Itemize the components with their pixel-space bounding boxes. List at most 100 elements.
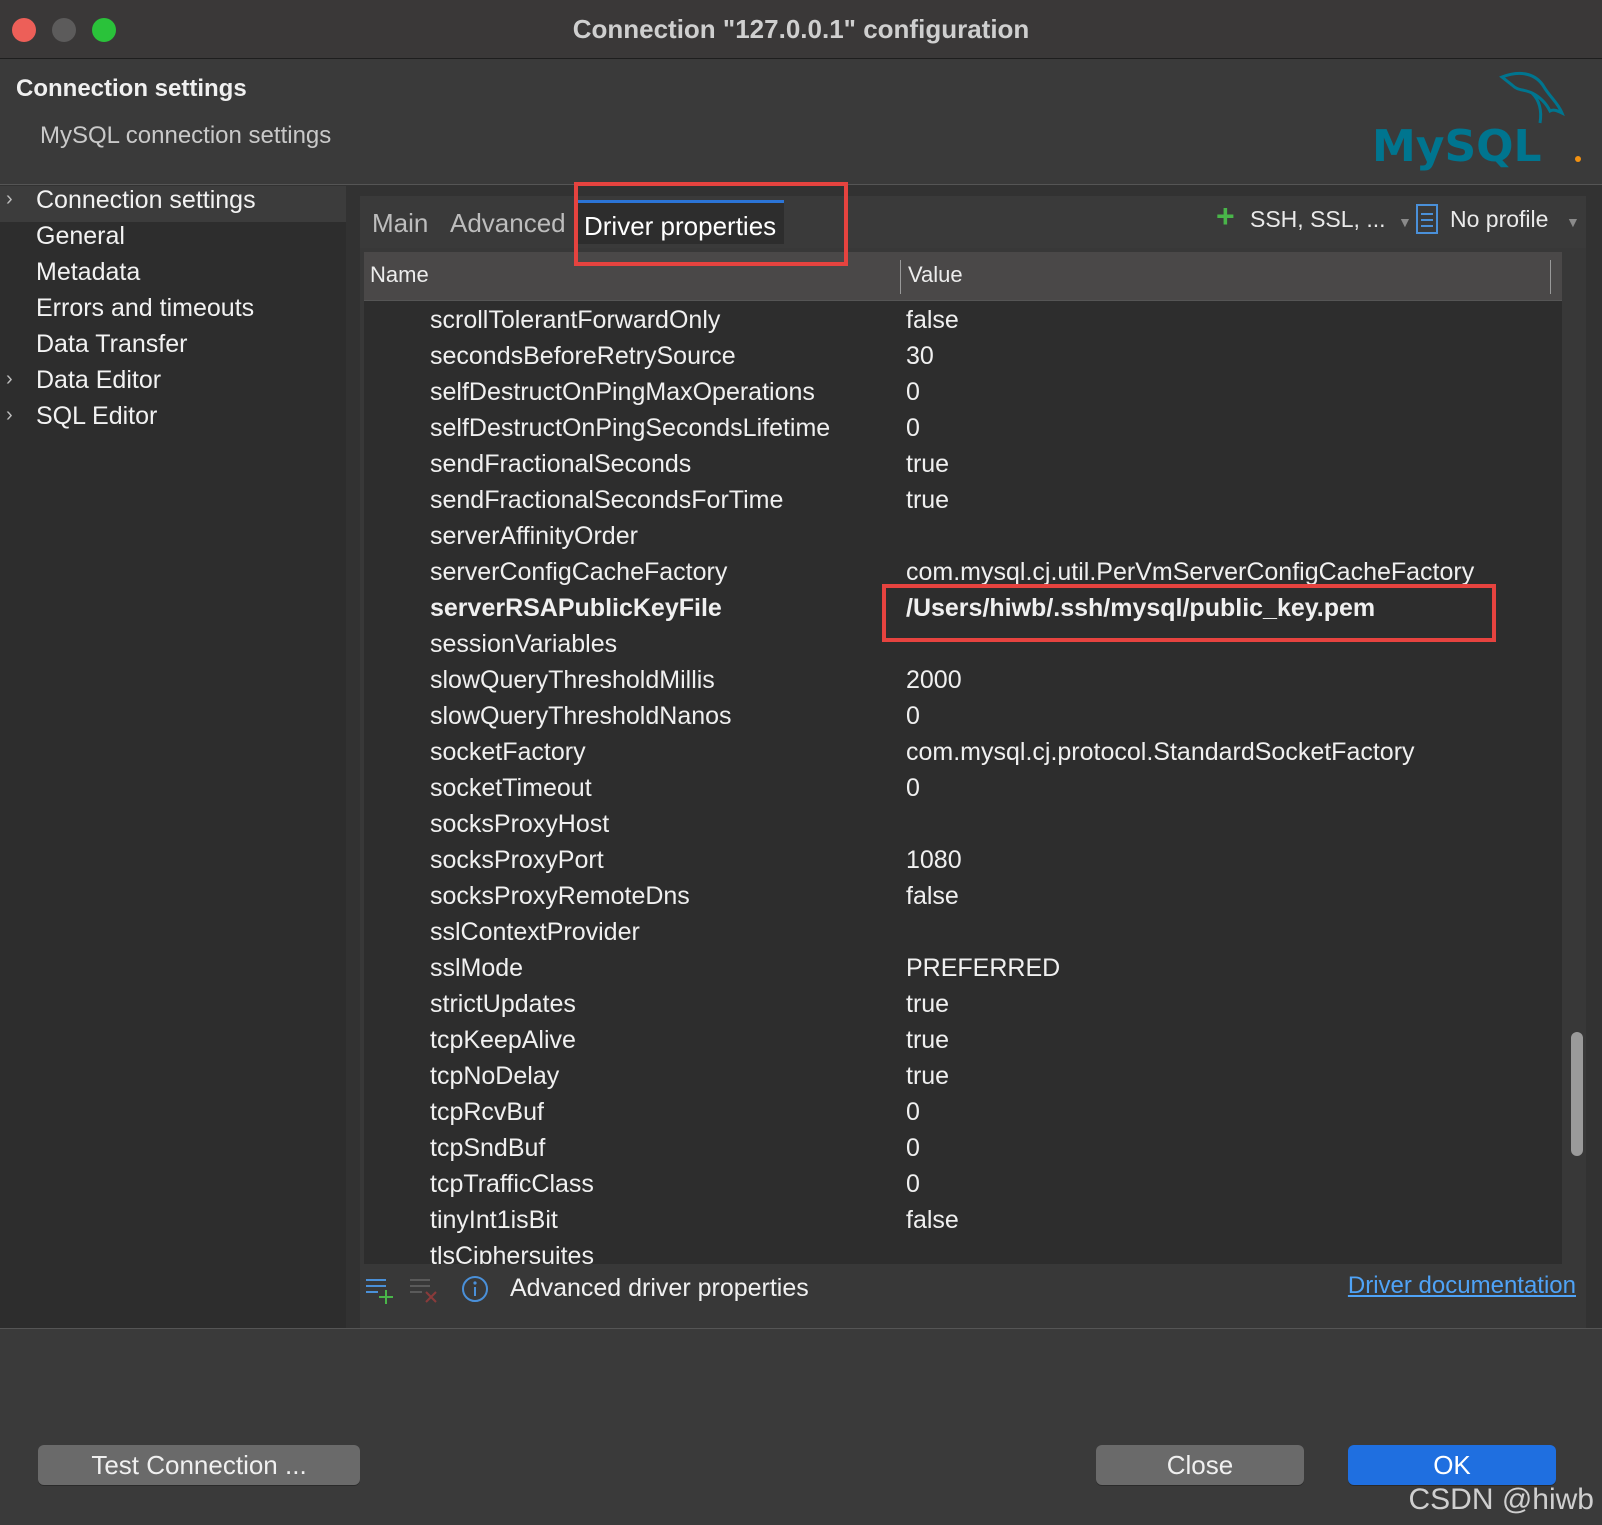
property-name: strictUpdates (430, 990, 576, 1018)
property-name: socksProxyRemoteDns (430, 882, 690, 910)
table-row[interactable]: socksProxyRemoteDns false (364, 880, 1562, 916)
sidebar-item-general[interactable]: General (0, 222, 346, 258)
property-name: scrollTolerantForwardOnly (430, 306, 721, 334)
close-button[interactable]: Close (1096, 1445, 1304, 1485)
table-row[interactable]: socketTimeout 0 (364, 772, 1562, 808)
table-row[interactable]: tcpKeepAlive true (364, 1024, 1562, 1060)
window-title: Connection "127.0.0.1" configuration (572, 14, 1030, 44)
chevron-right-icon[interactable]: › (6, 368, 13, 391)
sidebar-item-sql-editor[interactable]: › SQL Editor (0, 402, 346, 438)
settings-panel: Main Advanced Driver properties + SSH, S… (360, 196, 1586, 1328)
property-name: tcpSndBuf (430, 1134, 546, 1162)
table-row[interactable]: tinyInt1isBit false (364, 1204, 1562, 1240)
sidebar-item-errors-and-timeouts[interactable]: Errors and timeouts (0, 294, 346, 330)
document-icon (1416, 204, 1438, 234)
table-row[interactable]: strictUpdates true (364, 988, 1562, 1024)
sidebar-item-metadata[interactable]: Metadata (0, 258, 346, 294)
property-value[interactable]: com.mysql.cj.util.PerVmServerConfigCache… (906, 558, 1474, 587)
driver-documentation-link[interactable]: Driver documentation (1348, 1272, 1576, 1300)
settings-sidebar: › Connection settings General Metadata E… (0, 186, 346, 1328)
table-row[interactable]: secondsBeforeRetrySource 30 (364, 340, 1562, 376)
property-value[interactable]: 2000 (906, 666, 962, 695)
property-name: socketTimeout (430, 774, 592, 802)
property-name: sslContextProvider (430, 918, 640, 946)
property-value[interactable]: true (906, 486, 949, 515)
table-row[interactable]: tlsCiphersuites (364, 1240, 1562, 1264)
property-value[interactable]: true (906, 1026, 949, 1055)
test-connection-button[interactable]: Test Connection ... (38, 1445, 360, 1485)
property-name: selfDestructOnPingMaxOperations (430, 378, 815, 406)
table-row[interactable]: sendFractionalSeconds true (364, 448, 1562, 484)
property-name: selfDestructOnPingSecondsLifetime (430, 414, 831, 442)
property-value[interactable]: 0 (906, 1098, 920, 1127)
property-name: tcpNoDelay (430, 1062, 560, 1090)
property-value[interactable]: 0 (906, 1170, 920, 1199)
property-value[interactable]: 0 (906, 774, 920, 803)
dropdown-arrow-icon: ▼ (1566, 214, 1580, 230)
property-name: slowQueryThresholdMillis (430, 666, 715, 694)
property-name: tcpTrafficClass (430, 1170, 594, 1198)
table-row[interactable]: selfDestructOnPingSecondsLifetime 0 (364, 412, 1562, 448)
property-value[interactable]: 30 (906, 342, 934, 371)
property-name: sslMode (430, 954, 524, 982)
table-header: Name Value (364, 252, 1562, 301)
table-row[interactable]: tcpNoDelay true (364, 1060, 1562, 1096)
watermark: CSDN @hiwb (1408, 1483, 1595, 1516)
property-name: slowQueryThresholdNanos (430, 702, 732, 730)
column-header-name[interactable]: Name (370, 262, 429, 288)
dialog-footer: Test Connection ... Close OK CSDN @hiwb (0, 1328, 1602, 1525)
table-row[interactable]: sslContextProvider (364, 916, 1562, 952)
svg-text:MySQL: MySQL (1372, 121, 1542, 172)
property-value[interactable]: false (906, 882, 959, 911)
table-row[interactable]: tcpSndBuf 0 (364, 1132, 1562, 1168)
title-bar: Connection "127.0.0.1" configuration (0, 0, 1602, 59)
column-divider[interactable] (900, 260, 901, 294)
ok-button[interactable]: OK (1348, 1445, 1556, 1485)
property-value[interactable]: true (906, 990, 949, 1019)
tab-advanced[interactable]: Advanced (450, 208, 566, 239)
property-value[interactable]: 1080 (906, 846, 962, 875)
column-header-value[interactable]: Value (908, 262, 963, 288)
table-row[interactable]: slowQueryThresholdMillis 2000 (364, 664, 1562, 700)
property-value[interactable]: false (906, 306, 959, 335)
property-value[interactable]: true (906, 450, 949, 479)
column-divider[interactable] (1550, 260, 1551, 294)
chevron-right-icon[interactable]: › (6, 404, 13, 427)
driver-properties-table[interactable]: Name Value scrollTolerantForwardOnly fals… (364, 252, 1562, 1264)
sidebar-item-connection-settings[interactable]: › Connection settings (0, 186, 346, 222)
property-name: serverConfigCacheFactory (430, 558, 728, 586)
table-row[interactable]: socketFactory com.mysql.cj.protocol.Stand… (364, 736, 1562, 772)
table-row[interactable]: scrollTolerantForwardOnly false (364, 304, 1562, 340)
table-row[interactable]: serverAffinityOrder (364, 520, 1562, 556)
profile-label: No profile (1450, 206, 1549, 232)
table-row[interactable]: slowQueryThresholdNanos 0 (364, 700, 1562, 736)
table-row[interactable]: sslMode PREFERRED (364, 952, 1562, 988)
property-name: sendFractionalSeconds (430, 450, 692, 478)
scrollbar-thumb[interactable] (1571, 1032, 1583, 1156)
property-name: tcpRcvBuf (430, 1098, 544, 1126)
table-row[interactable]: tcpRcvBuf 0 (364, 1096, 1562, 1132)
table-row[interactable]: sendFractionalSecondsForTime true (364, 484, 1562, 520)
tab-main[interactable]: Main (372, 208, 428, 239)
property-value[interactable]: PREFERRED (906, 954, 1060, 983)
sidebar-item-data-transfer[interactable]: Data Transfer (0, 330, 346, 366)
chevron-right-icon[interactable]: › (6, 188, 13, 211)
property-value[interactable]: 0 (906, 378, 920, 407)
property-value[interactable]: 0 (906, 702, 920, 731)
table-row[interactable]: selfDestructOnPingMaxOperations 0 (364, 376, 1562, 412)
property-value[interactable]: 0 (906, 414, 920, 443)
property-value[interactable]: com.mysql.cj.protocol.StandardSocketFact… (906, 738, 1415, 767)
table-row[interactable]: tcpTrafficClass 0 (364, 1168, 1562, 1204)
sidebar-item-data-editor[interactable]: › Data Editor (0, 366, 346, 402)
property-value[interactable]: true (906, 1062, 949, 1091)
header-title: Connection settings (16, 75, 247, 102)
table-row[interactable]: socksProxyHost (364, 808, 1562, 844)
property-value[interactable]: false (906, 1206, 959, 1235)
vertical-scrollbar[interactable] (1566, 252, 1586, 1264)
property-value[interactable]: 0 (906, 1134, 920, 1163)
remove-property-icon[interactable] (408, 1274, 440, 1306)
table-row[interactable]: socksProxyPort 1080 (364, 844, 1562, 880)
sidebar-item-label: Errors and timeouts (36, 294, 255, 322)
property-name: socketFactory (430, 738, 586, 766)
add-property-icon[interactable] (364, 1274, 396, 1306)
